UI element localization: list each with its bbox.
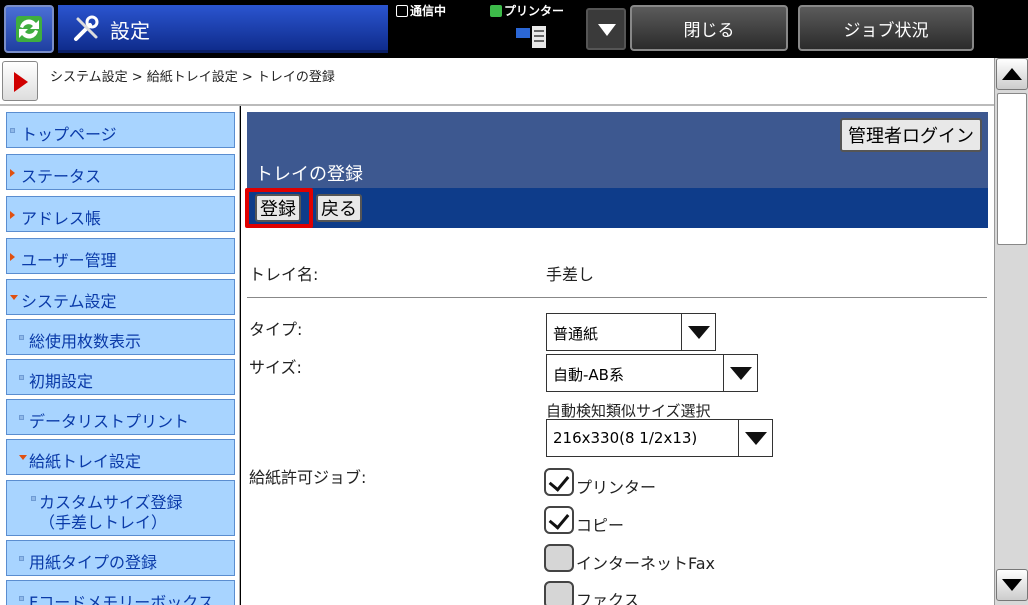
sidebar: トップページ ステータス アドレス帳 ユーザー管理 システム設定 総使用枚数表示… (0, 106, 240, 605)
sidebar-item-custom-size[interactable]: カスタムサイズ登録 （手差しトレイ） (6, 480, 235, 536)
internet-fax-checkbox-label: インターネットFax (576, 554, 716, 573)
type-select[interactable]: 普通紙 (546, 313, 716, 351)
arrow-right-icon (10, 211, 15, 219)
main-content: 管理者ログイン トレイの登録 登録 戻る トレイ名: 手差し タイプ: 普通紙 … (241, 106, 994, 605)
type-label: タイプ: (249, 320, 303, 339)
square-bullet-icon (19, 596, 24, 601)
app-title: 設定 (110, 19, 150, 43)
square-bullet-icon (19, 556, 24, 561)
status-printer: プリンター (490, 2, 564, 19)
arrow-right-icon (10, 253, 15, 261)
sidebar-item-label: 総使用枚数表示 (29, 332, 142, 351)
sidebar-item-label: 初期設定 (29, 372, 94, 391)
sidebar-item-label: ステータス (21, 167, 102, 186)
size-select[interactable]: 自動-AB系 (546, 354, 758, 392)
divider (247, 297, 987, 298)
sidebar-item-label: トップページ (21, 125, 117, 144)
sidebar-item-address-book[interactable]: アドレス帳 (6, 196, 235, 232)
sidebar-item-user-management[interactable]: ユーザー管理 (6, 238, 235, 274)
dropdown-arrow-icon (738, 420, 772, 456)
allowed-jobs-label: 給紙許可ジョブ: (249, 468, 367, 487)
size-select-value: 自動-AB系 (553, 366, 624, 384)
wrench-screwdriver-icon (74, 15, 99, 41)
type-select-value: 普通紙 (553, 325, 599, 343)
status-area: 通信中 プリンター (394, 0, 584, 58)
size-label: サイズ: (249, 358, 302, 377)
printer-checkbox[interactable] (544, 468, 574, 496)
sidebar-item-top-page[interactable]: トップページ (6, 112, 235, 148)
status-dropdown-button[interactable] (586, 8, 626, 50)
back-button[interactable]: 戻る (316, 194, 362, 222)
sidebar-item-label: データリストプリント (29, 412, 190, 431)
page-title: トレイの登録 (255, 164, 363, 185)
comm-indicator-icon (396, 4, 408, 17)
breadcrumb-bar: システム設定 > 給紙トレイ設定 > トレイの登録 (0, 58, 994, 106)
refresh-arrows-icon (16, 16, 42, 42)
sidebar-item-paper-type-registration[interactable]: 用紙タイプの登録 (6, 540, 235, 576)
sidebar-item-label: システム設定 (21, 292, 117, 311)
status-comm: 通信中 (396, 2, 446, 19)
admin-login-button[interactable]: 管理者ログイン (840, 118, 982, 152)
arrow-down-icon (10, 295, 18, 300)
tray-name-value: 手差し (546, 265, 595, 284)
square-bullet-icon (19, 415, 24, 420)
tray-name-label: トレイ名: (249, 265, 319, 284)
sidebar-item-label: 用紙タイプの登録 (29, 553, 158, 572)
sidebar-item-initial-settings[interactable]: 初期設定 (6, 359, 235, 395)
arrow-right-icon (10, 169, 15, 177)
breadcrumb-expand-button[interactable] (2, 61, 38, 101)
square-bullet-icon (19, 335, 24, 340)
sidebar-item-label: ユーザー管理 (21, 251, 117, 270)
sidebar-item-data-list-print[interactable]: データリストプリント (6, 399, 235, 435)
home-button[interactable] (4, 5, 54, 53)
fax-checkbox-label: ファクス (576, 591, 640, 605)
sidebar-item-label: 給紙トレイ設定 (29, 452, 142, 471)
title-area: 設定 (58, 5, 388, 53)
square-bullet-icon (19, 375, 24, 380)
square-bullet-icon (31, 496, 36, 501)
copy-checkbox-label: コピー (576, 516, 625, 535)
printer-checkbox-label: プリンター (576, 478, 657, 497)
sidebar-item-fcode-memory-box[interactable]: Fコードメモリーボックス (6, 580, 235, 605)
sidebar-item-paper-tray-settings[interactable]: 給紙トレイ設定 (6, 439, 235, 475)
panel-action-bar: 登録 戻る (247, 188, 988, 228)
fax-checkbox[interactable] (544, 581, 574, 605)
auto-detect-label: 自動検知類似サイズ選択 (546, 402, 711, 420)
sidebar-item-status[interactable]: ステータス (6, 154, 235, 190)
status-printer-label: プリンター (504, 4, 565, 18)
job-status-button[interactable]: ジョブ状況 (798, 5, 974, 51)
auto-detect-select-value: 216x330(8 1/2x13) (553, 429, 698, 447)
status-comm-label: 通信中 (410, 4, 447, 18)
vertical-scrollbar[interactable] (994, 58, 1028, 605)
sidebar-item-label-line2: （手差しトレイ） (39, 513, 168, 532)
top-bar: 設定 通信中 プリンター 閉じる ジョブ状況 (0, 0, 1028, 58)
panel-header: 管理者ログイン トレイの登録 (247, 112, 988, 188)
sidebar-item-label: アドレス帳 (21, 209, 102, 228)
scroll-thumb[interactable] (997, 93, 1027, 245)
breadcrumb: システム設定 > 給紙トレイ設定 > トレイの登録 (50, 70, 335, 85)
scroll-up-button[interactable] (996, 58, 1028, 90)
square-bullet-icon (10, 128, 15, 133)
copy-checkbox[interactable] (544, 506, 574, 534)
register-highlight-frame (245, 188, 313, 228)
sidebar-item-label: Fコードメモリーボックス (29, 593, 214, 605)
arrow-down-icon (19, 455, 27, 460)
sidebar-item-system-settings[interactable]: システム設定 (6, 279, 235, 315)
internet-fax-checkbox[interactable] (544, 544, 574, 572)
scroll-down-button[interactable] (996, 569, 1028, 601)
printer-indicator-icon (490, 4, 502, 17)
sidebar-item-total-count[interactable]: 総使用枚数表示 (6, 319, 235, 355)
close-button[interactable]: 閉じる (630, 5, 788, 51)
auto-detect-select[interactable]: 216x330(8 1/2x13) (546, 419, 773, 457)
dropdown-arrow-icon (681, 314, 715, 350)
dropdown-arrow-icon (723, 355, 757, 391)
printer-network-icon (516, 26, 546, 48)
